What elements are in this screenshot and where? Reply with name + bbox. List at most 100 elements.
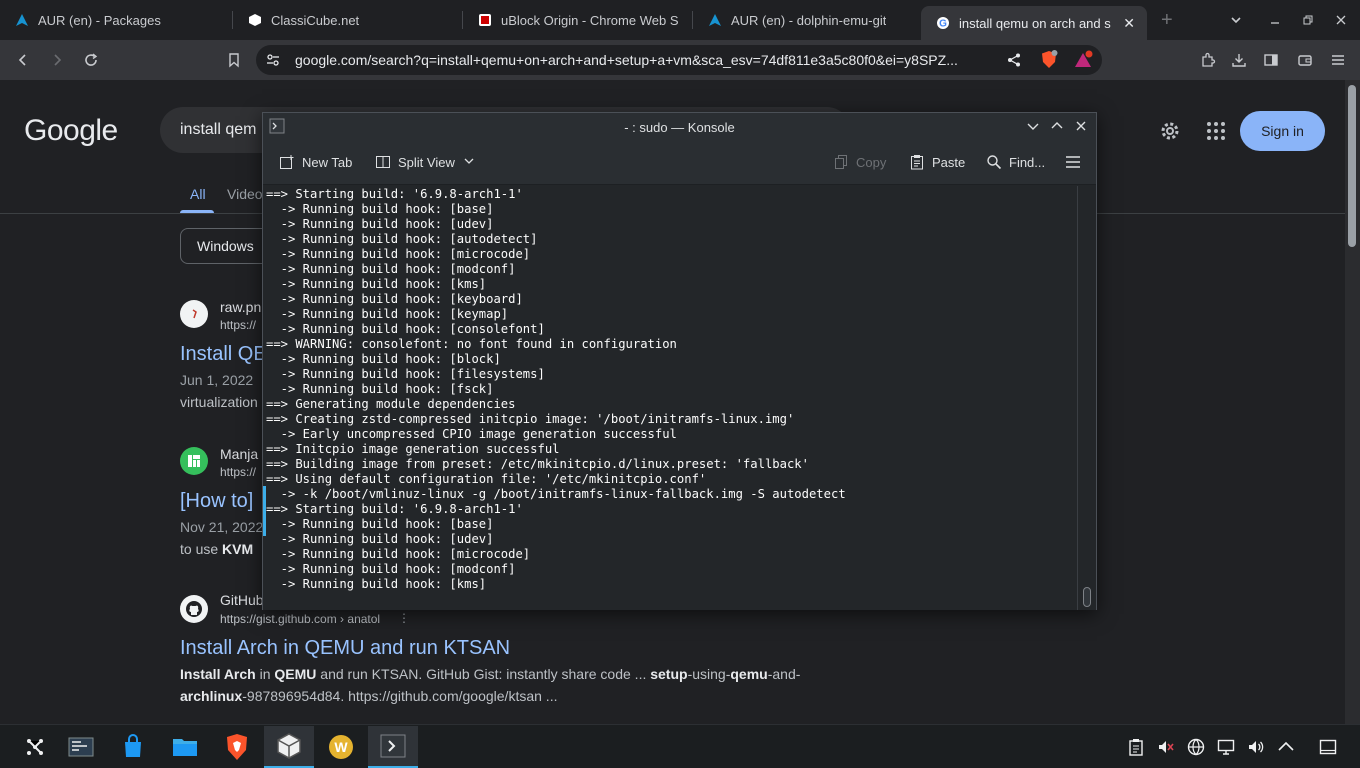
audio-muted-icon[interactable] (1156, 737, 1176, 757)
maximize-icon[interactable] (1050, 119, 1064, 136)
svg-text:G: G (939, 19, 947, 30)
terminal-line: ==> WARNING: consolefont: no font found … (266, 337, 677, 351)
result-url: https:// (220, 465, 257, 479)
google-apps-icon[interactable] (1206, 121, 1226, 146)
google-icon: G (935, 15, 951, 31)
dolphin-icon[interactable] (160, 726, 210, 768)
terminal-line: ==> Creating zstd-compressed initcpio im… (266, 412, 795, 426)
brave-icon[interactable] (212, 726, 262, 768)
display-icon[interactable] (1216, 737, 1236, 757)
extensions-icon[interactable] (1193, 40, 1223, 80)
virtualbox-icon[interactable] (264, 726, 314, 768)
share-icon[interactable] (1006, 52, 1022, 73)
result-favicon (180, 300, 208, 328)
new-tab-button[interactable]: New Tab (279, 154, 352, 170)
browser-tab-bar: AUR (en) - Packages ClassiCube.net uBloc… (0, 0, 1360, 40)
copy-button[interactable]: Copy (833, 154, 886, 170)
konsole-title-bar[interactable]: - : sudo — Konsole (263, 113, 1096, 142)
downloads-icon[interactable] (1224, 40, 1254, 80)
hamburger-menu-icon[interactable] (1065, 155, 1081, 169)
new-tab-icon (279, 154, 295, 170)
tray-expand-icon[interactable] (1276, 737, 1296, 757)
result-date: Nov 21, 2022 (180, 519, 264, 535)
result-title-link[interactable]: Install QE (180, 343, 267, 366)
paste-icon (909, 154, 925, 170)
copy-icon (833, 154, 849, 170)
result-site-name: Manja (220, 446, 259, 462)
app-launcher-icon[interactable] (10, 726, 60, 768)
url-text[interactable]: google.com/search?q=install+qemu+on+arch… (295, 45, 995, 75)
chevron-down-icon[interactable] (463, 155, 475, 170)
scrollbar-thumb[interactable] (1348, 85, 1356, 247)
sign-in-button[interactable]: Sign in (1240, 111, 1325, 151)
terminal-line: ==> Building image from preset: /etc/mki… (266, 457, 809, 471)
terminal-line: -> -k /boot/vmlinuz-linux -g /boot/initr… (266, 487, 846, 501)
reload-icon[interactable] (76, 40, 106, 80)
split-view-button[interactable]: Split View (375, 154, 475, 170)
browser-tab-aur-packages[interactable]: AUR (en) - Packages (0, 0, 232, 40)
menu-icon[interactable] (1323, 40, 1353, 80)
volume-icon[interactable] (1246, 737, 1266, 757)
network-icon[interactable] (1186, 737, 1206, 757)
sidebar-icon[interactable] (1256, 40, 1286, 80)
terminal-line: ==> Using default configuration file: '/… (266, 472, 707, 486)
scrollbar-thumb[interactable] (1083, 587, 1091, 607)
minimize-icon[interactable] (1269, 0, 1281, 40)
terminal-line: -> Running build hook: [base] (266, 202, 494, 216)
tab-all[interactable]: All (190, 186, 206, 202)
more-options-icon[interactable]: ⋮ (398, 611, 410, 625)
browser-tab-google-search[interactable]: G install qemu on arch and s ✕ (921, 6, 1147, 40)
page-scrollbar[interactable] (1345, 80, 1360, 724)
terminal-line: ==> Starting build: '6.9.8-arch1-1' (266, 187, 523, 201)
terminal-line: -> Running build hook: [kms] (266, 577, 487, 591)
result-title-link[interactable]: Install Arch in QEMU and run KTSAN (180, 637, 510, 660)
close-icon[interactable] (1074, 119, 1088, 136)
snippet-bold: setup (650, 666, 688, 682)
address-bar[interactable]: google.com/search?q=install+qemu+on+arch… (256, 45, 1102, 75)
discover-icon[interactable] (108, 726, 158, 768)
forward-icon[interactable] (42, 40, 72, 80)
back-icon[interactable] (8, 40, 38, 80)
find-label: Find... (1009, 154, 1046, 170)
terminal-scrollbar[interactable] (1077, 186, 1096, 610)
tab-search-icon[interactable] (1229, 0, 1243, 40)
cube-icon (247, 12, 263, 28)
settings-gear-icon[interactable] (1159, 120, 1181, 147)
paste-button[interactable]: Paste (909, 154, 965, 170)
show-desktop-icon[interactable] (1318, 737, 1338, 757)
browser-tab-classicube[interactable]: ClassiCube.net (233, 0, 462, 40)
restore-icon[interactable] (1302, 0, 1314, 40)
konsole-toolbar: New Tab Split View Copy Paste Find... (263, 142, 1096, 185)
snippet-bold: qemu (730, 666, 768, 682)
result-url: https://gist.github.com › anatol (220, 612, 381, 626)
google-logo[interactable]: Google (24, 114, 118, 148)
brave-shields-icon[interactable] (1040, 50, 1058, 75)
ublock-icon (477, 12, 493, 28)
terminal-line: -> Running build hook: [modconf] (266, 562, 516, 576)
snippet-bold: QEMU (274, 666, 317, 682)
taskbar: W (0, 724, 1360, 768)
find-button[interactable]: Find... (986, 154, 1045, 170)
minimize-icon[interactable] (1026, 119, 1040, 136)
bookmark-icon[interactable] (219, 40, 249, 80)
site-info-icon[interactable] (265, 52, 281, 73)
close-tab-icon[interactable]: ✕ (1123, 15, 1135, 32)
pager-icon[interactable] (56, 726, 106, 768)
result-site-name: raw.pn (220, 299, 262, 315)
wallet-icon[interactable] (1290, 40, 1320, 80)
brave-rewards-icon[interactable] (1074, 50, 1094, 75)
result-title-link[interactable]: [How to] (180, 490, 253, 513)
new-tab-icon[interactable]: + (1161, 9, 1173, 32)
browser-tab-aur-dolphin[interactable]: AUR (en) - dolphin-emu-git (693, 0, 921, 40)
terminal-line: -> Running build hook: [udev] (266, 532, 494, 546)
split-view-label: Split View (398, 154, 455, 170)
konsole-title: - : sudo — Konsole (624, 120, 735, 135)
konsole-icon[interactable] (368, 726, 418, 768)
filter-chip-windows[interactable]: Windows (180, 228, 271, 264)
terminal-line: ==> Starting build: '6.9.8-arch1-1' (266, 502, 523, 516)
close-window-icon[interactable] (1335, 0, 1347, 40)
wps-icon[interactable]: W (316, 726, 366, 768)
clipboard-icon[interactable] (1126, 737, 1146, 757)
browser-tab-ublock[interactable]: uBlock Origin - Chrome Web S (463, 0, 692, 40)
terminal-output[interactable]: ==> Starting build: '6.9.8-arch1-1' -> R… (263, 186, 1078, 610)
